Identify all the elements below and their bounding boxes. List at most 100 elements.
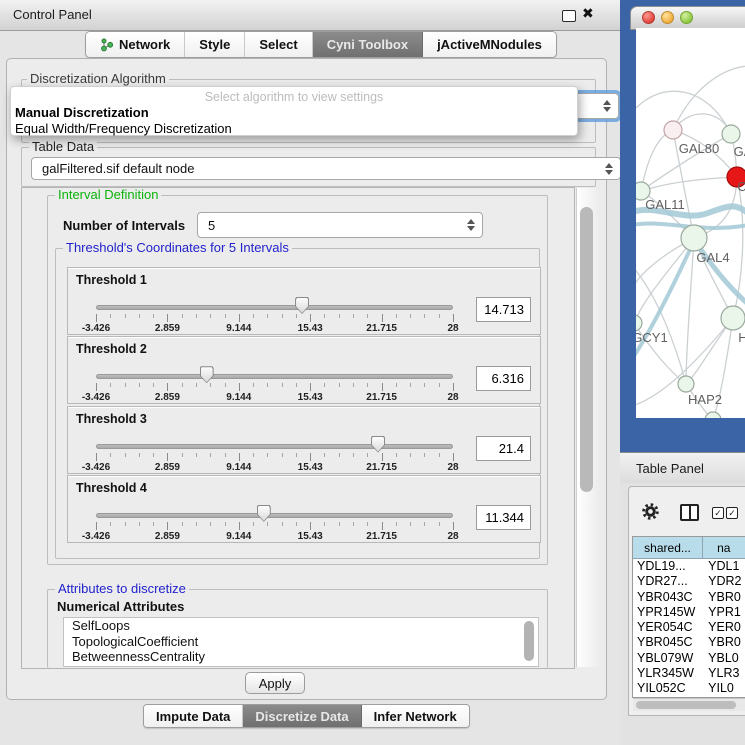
network-edge[interactable] bbox=[636, 91, 731, 134]
network-node[interactable] bbox=[681, 225, 707, 251]
checkbox-icon[interactable]: ✓ bbox=[712, 507, 724, 519]
table-cell[interactable]: YBR0 bbox=[704, 635, 745, 650]
network-node[interactable] bbox=[636, 315, 642, 331]
threshold-value-field[interactable]: 11.344 bbox=[476, 505, 531, 530]
slider-tick bbox=[253, 522, 254, 526]
table-cell[interactable]: YIL052C bbox=[633, 681, 704, 696]
table-cell[interactable]: YIL0 bbox=[704, 681, 745, 696]
table-row[interactable]: YBL079WYBL0 bbox=[633, 651, 745, 666]
table-cell[interactable]: YPR145W bbox=[633, 605, 704, 620]
network-node-label: GA bbox=[734, 144, 745, 159]
numerical-attributes-list[interactable]: SelfLoopsTopologicalCoefficientBetweenne… bbox=[63, 617, 539, 667]
threshold-value-field[interactable]: 14.713 bbox=[476, 297, 531, 322]
vertical-scrollbar[interactable] bbox=[576, 188, 598, 667]
network-node[interactable] bbox=[678, 376, 694, 392]
scrollbar-thumb[interactable] bbox=[636, 701, 736, 709]
attribute-item[interactable]: BetweennessCentrality bbox=[64, 649, 538, 665]
attributes-label: Attributes to discretize bbox=[55, 582, 189, 595]
table-row[interactable]: YDR27...YDR2 bbox=[633, 574, 745, 589]
popup-option[interactable]: Manual Discretization bbox=[11, 105, 577, 121]
table-cell[interactable]: YLR345W bbox=[633, 666, 704, 681]
table-cell[interactable]: YBR043C bbox=[633, 590, 704, 605]
table-cell[interactable]: YER0 bbox=[704, 620, 745, 635]
table-cell[interactable]: YPR1 bbox=[704, 605, 745, 620]
scrollbar-thumb[interactable] bbox=[580, 207, 593, 492]
table-cell[interactable]: YBL0 bbox=[704, 651, 745, 666]
network-node[interactable] bbox=[722, 125, 740, 143]
tab-infer-network[interactable]: Infer Network bbox=[362, 705, 469, 727]
table-row[interactable]: YER054CYER0 bbox=[633, 620, 745, 635]
minimize-traffic-light-icon[interactable] bbox=[661, 11, 674, 24]
checkbox-icon[interactable]: ✓ bbox=[726, 507, 738, 519]
attribute-item[interactable]: TopologicalCoefficient bbox=[64, 634, 538, 650]
threshold-label: Threshold 2 bbox=[76, 342, 147, 356]
table-data-label: Table Data bbox=[29, 140, 97, 153]
tab-impute-data[interactable]: Impute Data bbox=[144, 705, 243, 727]
network-node[interactable] bbox=[664, 121, 682, 139]
zoom-traffic-light-icon[interactable] bbox=[680, 11, 693, 24]
table-cell[interactable]: YDR2 bbox=[704, 574, 745, 589]
slider-tick bbox=[324, 453, 325, 457]
table-cell[interactable]: YDL1 bbox=[704, 559, 745, 574]
table-header-name[interactable]: na bbox=[703, 537, 745, 558]
network-window-titlebar[interactable] bbox=[630, 6, 745, 30]
horizontal-scrollbar[interactable] bbox=[633, 698, 745, 711]
slider-tick bbox=[324, 383, 325, 387]
tab-select[interactable]: Select bbox=[245, 32, 312, 57]
slider-thumb[interactable] bbox=[371, 436, 385, 453]
network-edge[interactable] bbox=[636, 238, 694, 323]
close-icon[interactable]: ✖ bbox=[582, 5, 594, 22]
tab-style[interactable]: Style bbox=[185, 32, 245, 57]
slider-thumb[interactable] bbox=[257, 505, 271, 522]
network-edge[interactable] bbox=[641, 130, 673, 191]
table-header-shared[interactable]: shared... bbox=[633, 537, 703, 558]
node-table[interactable]: shared... na YDL19...YDL1YDR27...YDR2YBR… bbox=[632, 536, 745, 698]
tab-jactivemnodules[interactable]: jActiveMNodules bbox=[423, 32, 556, 57]
number-of-intervals-combobox[interactable]: 5 bbox=[197, 212, 483, 238]
table-data-combobox[interactable]: galFiltered.sif default node bbox=[31, 157, 621, 180]
table-row[interactable]: YBR045CYBR0 bbox=[633, 635, 745, 650]
table-cell[interactable]: YLR3 bbox=[704, 666, 745, 681]
slider-tick bbox=[382, 314, 383, 322]
float-window-icon[interactable] bbox=[562, 10, 576, 22]
tab-cyni-toolbox[interactable]: Cyni Toolbox bbox=[313, 32, 423, 57]
network-edge[interactable] bbox=[641, 177, 737, 191]
slider-tick bbox=[367, 453, 368, 457]
attributes-scrollbar-thumb[interactable] bbox=[524, 621, 534, 661]
table-row[interactable]: YLR345WYLR3 bbox=[633, 666, 745, 681]
popup-option[interactable]: Equal Width/Frequency Discretization bbox=[11, 121, 577, 137]
slider-tick bbox=[110, 314, 111, 318]
table-cell[interactable]: YER054C bbox=[633, 620, 704, 635]
table-cell[interactable]: YBR045C bbox=[633, 635, 704, 650]
close-traffic-light-icon[interactable] bbox=[642, 11, 655, 24]
table-cell[interactable]: YDL19... bbox=[633, 559, 704, 574]
table-row[interactable]: YPR145WYPR1 bbox=[633, 605, 745, 620]
threshold-value-field[interactable]: 21.4 bbox=[476, 436, 531, 461]
attribute-item[interactable]: SelfLoops bbox=[64, 618, 538, 634]
slider-tick bbox=[410, 522, 411, 526]
table-row[interactable]: YBR043CYBR0 bbox=[633, 590, 745, 605]
slider-thumb[interactable] bbox=[200, 366, 214, 383]
table-row[interactable]: YDL19...YDL1 bbox=[633, 559, 745, 574]
slider-tick bbox=[182, 314, 183, 318]
tab-discretize-data[interactable]: Discretize Data bbox=[243, 705, 361, 727]
tab-network[interactable]: Network bbox=[86, 32, 185, 57]
gear-icon[interactable] bbox=[641, 502, 660, 521]
slider-tick bbox=[125, 314, 126, 318]
slider-tick bbox=[410, 314, 411, 318]
slider-tick bbox=[339, 383, 340, 387]
table-row[interactable]: YIL052CYIL0 bbox=[633, 681, 745, 696]
column-layout-icon[interactable] bbox=[680, 504, 699, 521]
slider-tick bbox=[225, 314, 226, 318]
table-cell[interactable]: YBR0 bbox=[704, 590, 745, 605]
network-canvas[interactable]: GAL80GACGAL11GAL4GCY1HHAP2 bbox=[636, 28, 745, 418]
table-cell[interactable]: YBL079W bbox=[633, 651, 704, 666]
network-edge[interactable] bbox=[636, 266, 686, 384]
slider-tick bbox=[139, 453, 140, 457]
table-cell[interactable]: YDR27... bbox=[633, 574, 704, 589]
slider-thumb[interactable] bbox=[295, 297, 309, 314]
apply-button[interactable]: Apply bbox=[245, 672, 305, 694]
threshold-value-field[interactable]: 6.316 bbox=[476, 366, 531, 391]
slider-track bbox=[96, 374, 453, 379]
network-node[interactable] bbox=[721, 306, 745, 330]
